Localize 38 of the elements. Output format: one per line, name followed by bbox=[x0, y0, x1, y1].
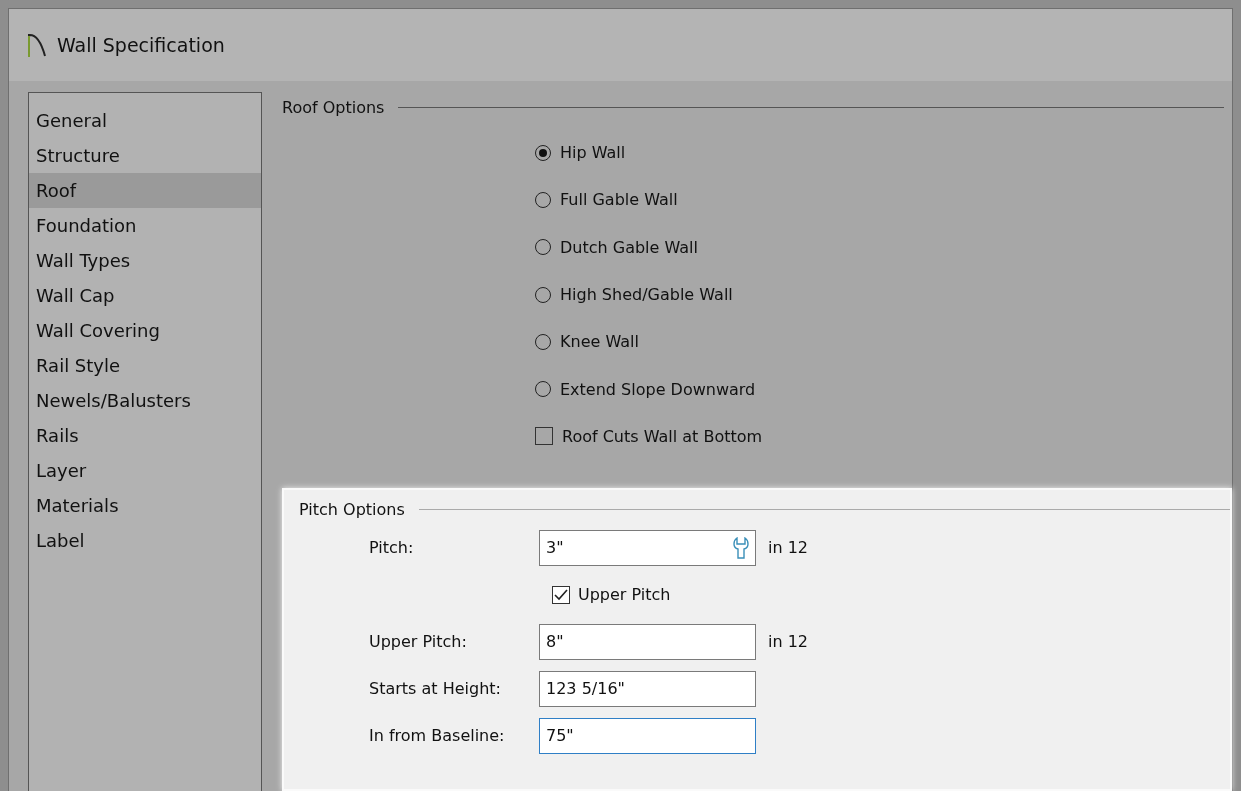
field-label: Pitch: bbox=[368, 538, 415, 558]
category-item[interactable]: Wall Cap bbox=[29, 278, 261, 313]
category-item[interactable]: Label bbox=[29, 523, 261, 558]
input-field[interactable]: 123 5/16" bbox=[539, 670, 756, 707]
category-item[interactable]: Structure bbox=[29, 138, 261, 173]
option-label: Dutch Gable Wall bbox=[560, 237, 698, 257]
field-label: Starts at Height: bbox=[368, 679, 502, 699]
option-label: Full Gable Wall bbox=[560, 190, 678, 210]
category-item[interactable]: Wall Types bbox=[29, 243, 261, 278]
unit-label: in 12 bbox=[768, 538, 809, 558]
field-label: In from Baseline: bbox=[368, 726, 506, 746]
group-title: Roof Options bbox=[282, 97, 385, 117]
checkbox[interactable] bbox=[535, 427, 553, 446]
checkbox[interactable] bbox=[552, 585, 570, 604]
unit-label: in 12 bbox=[768, 632, 809, 652]
input-field[interactable]: 75" bbox=[539, 717, 756, 754]
wrench-icon[interactable] bbox=[733, 536, 749, 559]
option-label: High Shed/Gable Wall bbox=[560, 285, 733, 305]
category-item[interactable]: Newels/Balusters bbox=[29, 383, 261, 418]
option-label: Hip Wall bbox=[560, 143, 626, 163]
option-label: Upper Pitch bbox=[578, 585, 671, 605]
option-label: Roof Cuts Wall at Bottom bbox=[562, 426, 763, 446]
category-item[interactable]: Layer bbox=[29, 453, 261, 488]
category-item[interactable]: Rails bbox=[29, 418, 261, 453]
option-label: Extend Slope Downward bbox=[560, 379, 756, 399]
input-field[interactable]: 3" bbox=[539, 529, 756, 566]
category-item[interactable]: Roof bbox=[29, 173, 261, 208]
category-item[interactable]: Foundation bbox=[29, 208, 261, 243]
window-title: Wall Specification bbox=[57, 34, 225, 56]
category-item[interactable]: Wall Covering bbox=[29, 313, 261, 348]
option-label: Knee Wall bbox=[560, 332, 639, 352]
category-item[interactable]: Rail Style bbox=[29, 348, 261, 383]
field-label: Upper Pitch: bbox=[368, 632, 468, 652]
input-field[interactable]: 8" bbox=[539, 623, 756, 660]
group-title: Pitch Options bbox=[299, 499, 405, 519]
category-item[interactable]: Materials bbox=[29, 488, 261, 523]
arch-icon bbox=[27, 32, 47, 58]
category-item[interactable]: General bbox=[29, 103, 261, 138]
